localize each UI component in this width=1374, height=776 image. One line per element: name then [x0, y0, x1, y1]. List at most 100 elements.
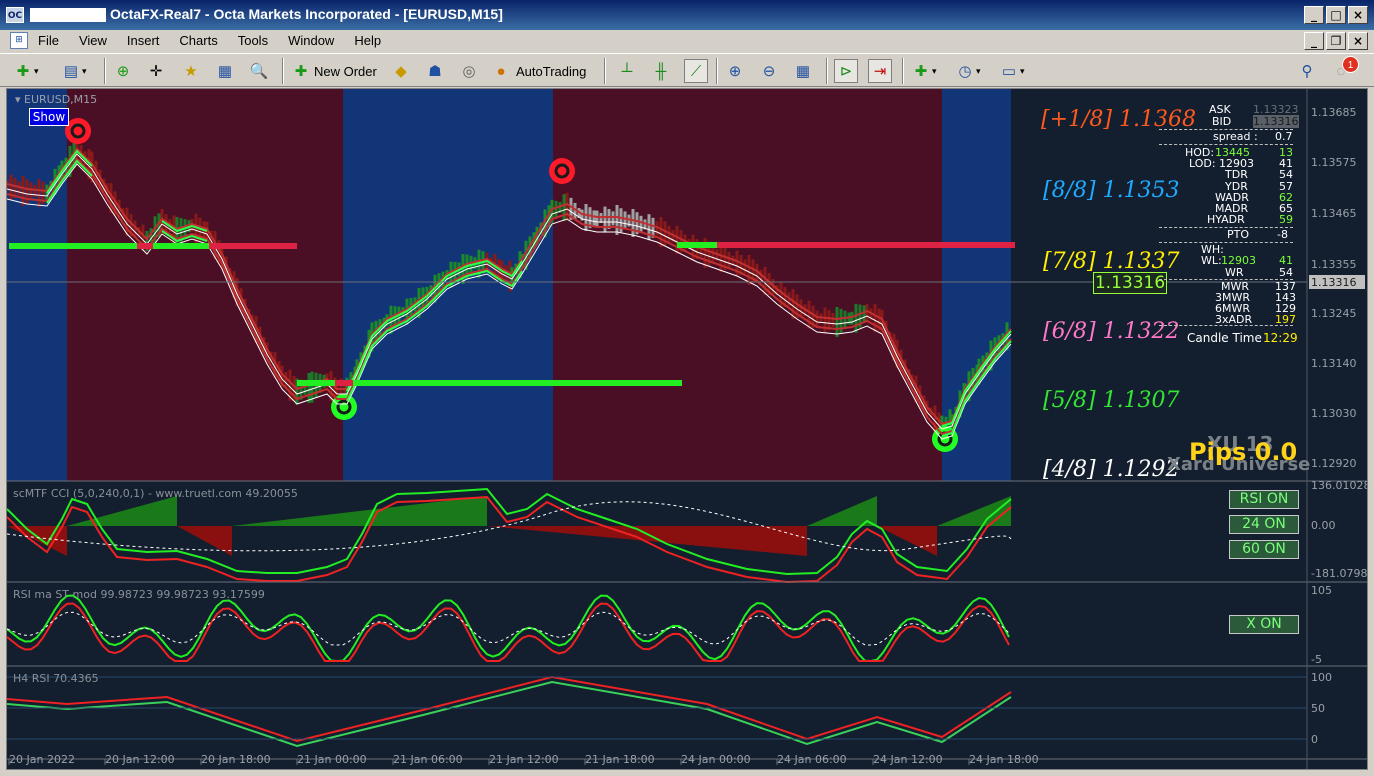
signals-button[interactable]: ☗	[424, 59, 446, 83]
show-button[interactable]: Show	[29, 108, 69, 126]
price-axis-label: 1.13245	[1311, 307, 1357, 320]
menu-insert[interactable]: Insert	[117, 32, 170, 50]
zoom-out-button[interactable]: ⊖	[758, 59, 780, 83]
trend-zone-bull	[7, 89, 67, 481]
line-chart-button[interactable]: ⟋	[684, 59, 708, 83]
h4-rsi-panel-title: H4 RSI 70.4365	[13, 672, 99, 685]
metaeditor-button[interactable]: ◆	[390, 59, 412, 83]
collapse-triangle-icon: ▾	[15, 93, 25, 106]
autotrading-button[interactable]: ● AutoTrading	[490, 59, 586, 83]
time-axis-label: 24 Jan 12:00	[873, 753, 943, 766]
app-logo-icon: OC	[6, 7, 24, 23]
pto-value: -8	[1277, 228, 1288, 241]
price-axis-label: 1.13316	[1311, 276, 1357, 289]
gold-bar-icon: ◆	[395, 63, 407, 80]
price-axis-label: 1.13575	[1311, 156, 1357, 169]
24-on-button[interactable]: 24 ON	[1229, 515, 1299, 534]
market-watch-button[interactable]: ⊕	[112, 59, 134, 83]
maximize-button[interactable]: □	[1326, 6, 1346, 24]
navigator-button[interactable]: ★	[180, 59, 202, 83]
chart-document-icon[interactable]: ⊞	[10, 32, 28, 49]
profiles-icon: ▤	[63, 63, 79, 80]
time-axis-label: 21 Jan 06:00	[393, 753, 463, 766]
menu-help[interactable]: Help	[344, 32, 391, 50]
tile-windows-icon: ▦	[795, 63, 811, 80]
wl-label: WL:	[1201, 254, 1222, 267]
notification-badge: 1	[1342, 56, 1359, 73]
auto-scroll-button[interactable]: ⊳	[834, 59, 858, 83]
x-on-button[interactable]: X ON	[1229, 615, 1299, 634]
price-axis-label: 1.13685	[1311, 106, 1357, 119]
h4-axis-label: 100	[1311, 671, 1332, 684]
time-axis-label: 20 Jan 2022	[9, 753, 75, 766]
menu-bar: ⊞ File View Insert Charts Tools Window H…	[0, 30, 1374, 52]
murrey-level-5: [5/8] 1.1307	[1043, 388, 1180, 413]
h4-rsi-line-red	[7, 675, 1012, 743]
account-number-redacted	[30, 8, 106, 22]
menu-file[interactable]: File	[28, 32, 69, 50]
main-toolbar: ✚ ▾ ▤ ▾ ⊕ ✛ ★ ▦ 🔍 ✚ New Order ◆ ☗ ◎ ● AutoTr…	[0, 53, 1374, 87]
rsima-axis-label: -5	[1311, 653, 1322, 666]
rsi-on-button[interactable]: RSI ON	[1229, 490, 1299, 509]
strategy-tester-button[interactable]: 🔍	[248, 59, 270, 83]
search-icon: ⚲	[1301, 63, 1313, 80]
close-button[interactable]: ×	[1348, 6, 1368, 24]
notifications-button[interactable]: ◌ 1	[1330, 56, 1359, 83]
time-axis-label: 21 Jan 18:00	[585, 753, 655, 766]
price-axis-label: 1.13140	[1311, 357, 1357, 370]
chart-shift-button[interactable]: ⇥	[868, 59, 892, 83]
market-button[interactable]: ◎	[458, 59, 480, 83]
doc-minimize-button[interactable]: _	[1304, 32, 1324, 50]
cci-panel-title: scMTF CCI (5,0,240,0,1) - www.truetl.com…	[13, 487, 298, 500]
star-folder-icon: ★	[184, 63, 198, 80]
doc-restore-button[interactable]: ❐	[1326, 32, 1346, 50]
profiles-button[interactable]: ▤ ▾	[60, 59, 87, 83]
candlestick-icon: ╫	[655, 62, 667, 80]
menu-charts[interactable]: Charts	[169, 32, 227, 50]
menu-window[interactable]: Window	[278, 32, 344, 50]
search-button[interactable]: ⚲	[1296, 59, 1318, 83]
new-order-icon: ✚	[294, 63, 308, 80]
tile-windows-button[interactable]: ▦	[792, 59, 814, 83]
trend-zone-bear	[67, 89, 343, 481]
chart-shift-icon: ⇥	[873, 63, 887, 80]
time-axis-label: 20 Jan 12:00	[105, 753, 175, 766]
pivot-red-marker	[549, 158, 575, 184]
data-window-button[interactable]: ✛	[145, 59, 167, 83]
60-on-button[interactable]: 60 ON	[1229, 540, 1299, 559]
templates-button[interactable]: ▭ ▾	[998, 59, 1025, 83]
candle-time-value: 12:29	[1263, 331, 1298, 345]
bid-label: BID	[1212, 115, 1232, 128]
line-chart-icon: ⟋	[690, 62, 702, 80]
pto-label: PTO	[1227, 228, 1250, 241]
templates-icon: ▭	[1001, 63, 1017, 80]
time-axis-label: 21 Jan 12:00	[489, 753, 559, 766]
current-price-box: 1.13316	[1093, 272, 1167, 294]
zoom-in-button[interactable]: ⊕	[724, 59, 746, 83]
bar-chart-button[interactable]: ┴	[616, 59, 638, 83]
spread-label: spread :	[1213, 130, 1258, 143]
time-axis-label: 20 Jan 18:00	[201, 753, 271, 766]
doc-close-button[interactable]: ×	[1348, 32, 1368, 50]
terminal-button[interactable]: ▦	[214, 59, 236, 83]
candle-chart-button[interactable]: ╫	[650, 59, 672, 83]
new-chart-button[interactable]: ✚ ▾	[12, 59, 39, 83]
terminal-icon: ▦	[217, 63, 233, 80]
rsima-panel-title: RSI ma ST mod 99.98723 99.98723 93.17599	[13, 588, 265, 601]
chart-window[interactable]: 1.13685 1.13575 1.13465 1.13355 1.13316 1.132…	[6, 88, 1368, 770]
lod-label: LOD:	[1189, 157, 1216, 170]
menu-view[interactable]: View	[69, 32, 117, 50]
indicators-button[interactable]: ✚ ▾	[910, 59, 937, 83]
info-panel: ASK 1.13323 BID 1.13316 spread : 0.7 HOD…	[1157, 103, 1299, 345]
h4-axis-label: 0	[1311, 733, 1318, 746]
time-axis-label: 24 Jan 18:00	[969, 753, 1039, 766]
new-order-button[interactable]: ✚ New Order	[290, 59, 377, 83]
hyadr-label: HYADR	[1207, 213, 1245, 226]
crosshair-icon: ✛	[149, 63, 163, 80]
minimize-button[interactable]: _	[1304, 6, 1324, 24]
menu-tools[interactable]: Tools	[228, 32, 278, 50]
price-axis-label: 1.13030	[1311, 407, 1357, 420]
window-title: OctaFX-Real7 - Octa Markets Incorporated…	[110, 6, 503, 22]
price-axis-label: 1.12920	[1311, 457, 1357, 470]
periods-button[interactable]: ◷ ▾	[954, 59, 980, 83]
